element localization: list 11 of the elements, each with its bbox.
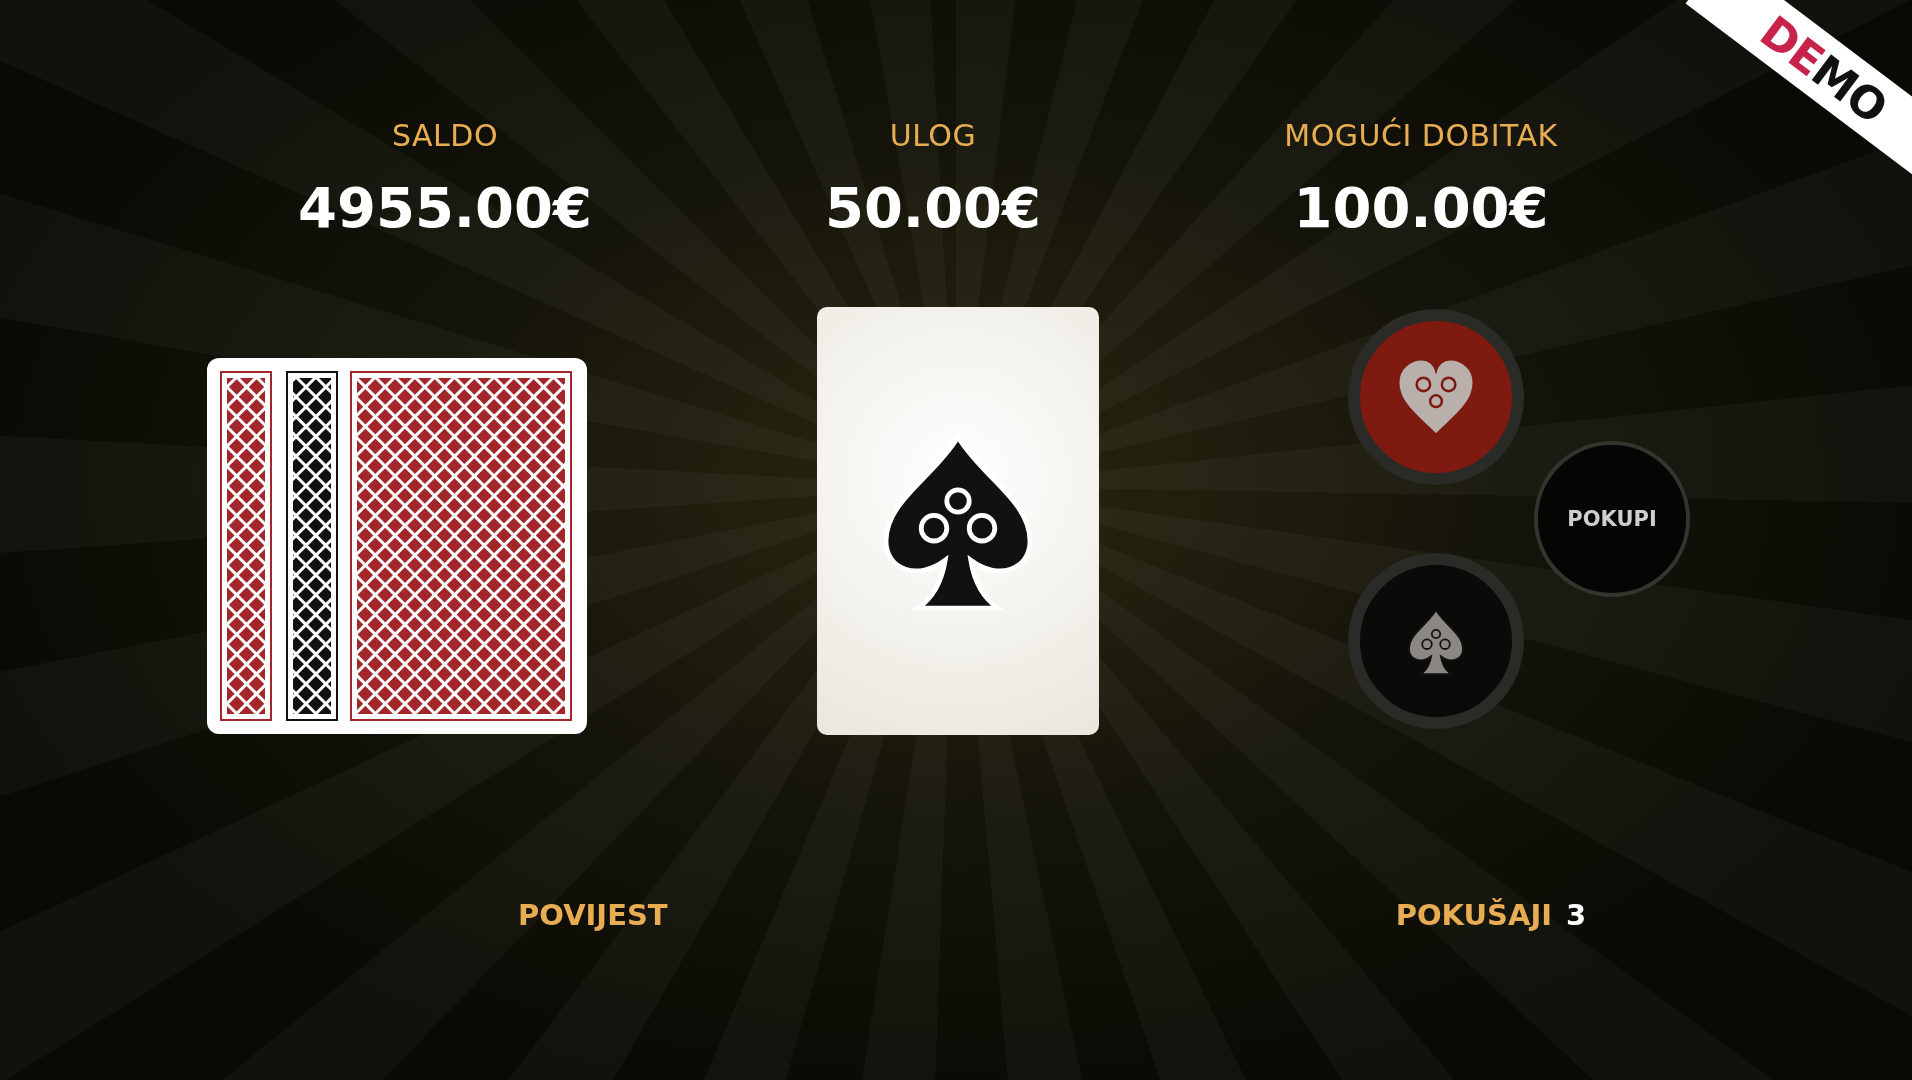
- stat-label: ULOG: [889, 118, 977, 153]
- stat-label: MOGUĆI DOBITAK: [1284, 118, 1558, 153]
- attempts-label: POKUŠAJI: [1395, 898, 1552, 932]
- stat-value: 100.00€: [1293, 175, 1549, 240]
- spade-icon: [1406, 606, 1466, 676]
- collect-button[interactable]: POKUPI: [1534, 441, 1690, 597]
- stat-label: SALDO: [391, 118, 499, 153]
- stat-value: 4955.00€: [298, 175, 592, 240]
- attempts-count: 3: [1565, 898, 1587, 932]
- stat-value: 50.00€: [824, 175, 1042, 240]
- history-link[interactable]: POVIJEST: [518, 898, 668, 932]
